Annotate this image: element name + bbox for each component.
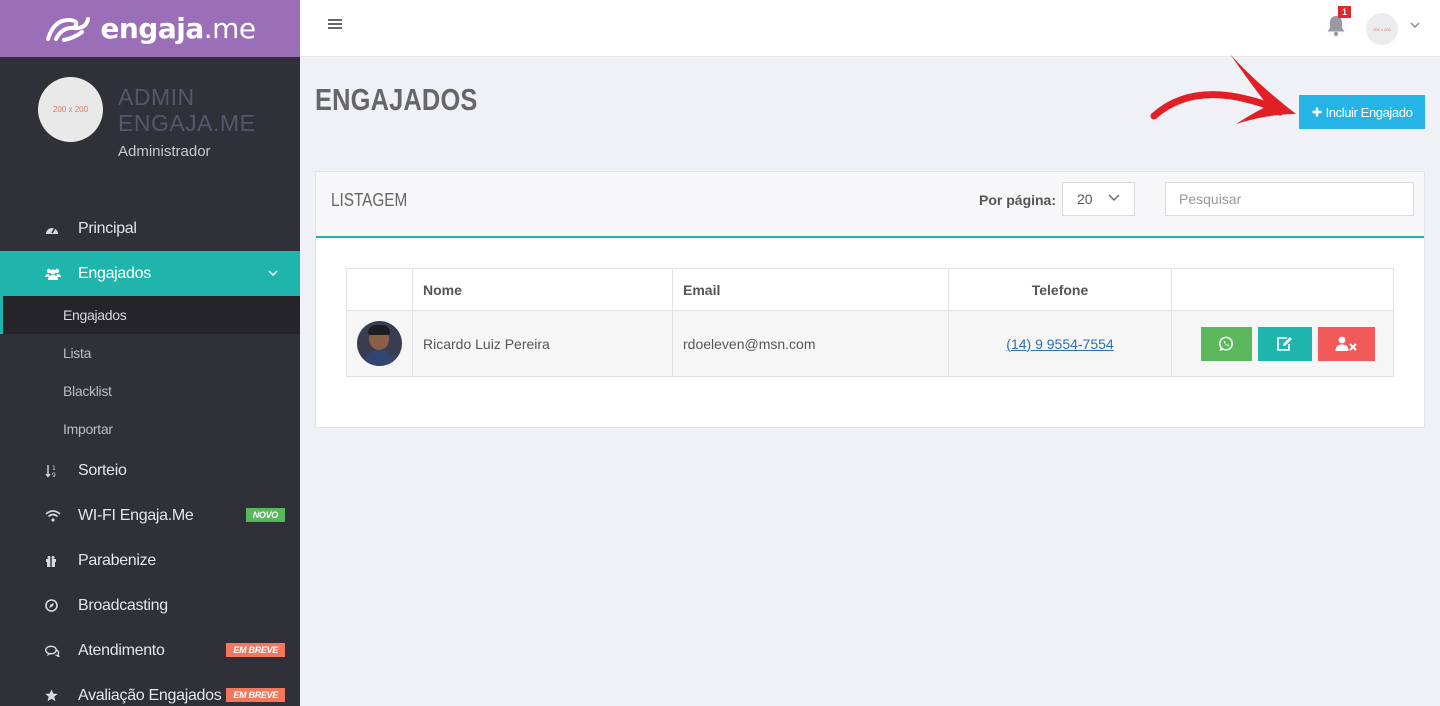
per-page-label: Por página: bbox=[979, 192, 1057, 208]
sidebar-item-label: Parabenize bbox=[78, 551, 156, 569]
sidebar-item-wifi[interactable]: WI-FI Engaja.Me NOVO bbox=[0, 493, 300, 538]
sidebar-item-atendimento[interactable]: Atendimento EM BREVE bbox=[0, 628, 300, 673]
coming-soon-badge: EM BREVE bbox=[226, 688, 285, 702]
engajados-table: Nome Email Telefone Ricardo Luiz Pereira… bbox=[346, 268, 1394, 377]
hamburger-menu-icon[interactable] bbox=[328, 19, 342, 33]
per-page-select[interactable]: 20 bbox=[1062, 182, 1135, 216]
whatsapp-button[interactable] bbox=[1200, 326, 1252, 361]
column-header-avatar bbox=[346, 268, 413, 311]
chevron-down-icon bbox=[1108, 193, 1120, 204]
edit-icon bbox=[1277, 337, 1292, 351]
svg-text:9: 9 bbox=[52, 472, 56, 478]
listing-title: LISTAGEM bbox=[331, 190, 408, 210]
gift-icon bbox=[45, 555, 78, 567]
remove-user-button[interactable] bbox=[1317, 326, 1375, 361]
row-name: Ricardo Luiz Pereira bbox=[412, 310, 673, 377]
profile-block: 200 x 200 ADMIN ENGAJA.ME bbox=[0, 57, 300, 197]
row-email: rdoeleven@msn.com bbox=[672, 310, 949, 377]
submenu-item-importar[interactable]: Importar bbox=[0, 410, 300, 448]
column-header-email[interactable]: Email bbox=[672, 268, 949, 311]
user-avatar[interactable]: 200 x 200 bbox=[1366, 13, 1398, 45]
plus-icon bbox=[1312, 107, 1322, 117]
sort-numeric-icon: 19 bbox=[45, 464, 78, 478]
submenu-item-engajados[interactable]: Engajados bbox=[0, 296, 300, 334]
annotation-arrow-icon bbox=[1150, 54, 1296, 124]
sidebar-menu: Principal Engajados Engajados Lista Blac… bbox=[0, 206, 300, 706]
compass-icon bbox=[45, 599, 78, 612]
svg-text:1: 1 bbox=[52, 465, 56, 472]
chevron-down-icon[interactable] bbox=[1410, 20, 1420, 31]
profile-name: ADMIN ENGAJA.ME bbox=[118, 84, 256, 136]
sidebar-item-sorteio[interactable]: 19 Sorteio bbox=[0, 448, 300, 493]
sidebar-item-principal[interactable]: Principal bbox=[0, 206, 300, 251]
table-row: Ricardo Luiz Pereira rdoeleven@msn.com (… bbox=[346, 310, 1394, 377]
sidebar-item-label: WI-FI Engaja.Me bbox=[78, 506, 194, 524]
topbar: 1 200 x 200 bbox=[300, 0, 1440, 57]
row-actions-cell bbox=[1171, 310, 1394, 377]
listing-panel-header: LISTAGEM Por página: 20 bbox=[316, 172, 1424, 238]
profile-avatar: 200 x 200 bbox=[38, 77, 103, 142]
row-phone-cell: (14) 9 9554-7554 bbox=[948, 310, 1172, 377]
profile-role: Administrador bbox=[118, 143, 211, 160]
per-page-value: 20 bbox=[1077, 191, 1093, 207]
notification-count-badge: 1 bbox=[1338, 6, 1352, 18]
column-header-telefone[interactable]: Telefone bbox=[948, 268, 1172, 311]
submenu-item-lista[interactable]: Lista bbox=[0, 334, 300, 372]
engajados-submenu: Engajados Lista Blacklist Importar bbox=[0, 296, 300, 448]
sidebar-item-label: Broadcasting bbox=[78, 596, 168, 614]
user-remove-icon bbox=[1335, 336, 1357, 351]
brand-logo[interactable]: engaja.me bbox=[0, 0, 300, 57]
sidebar-item-label: Engajados bbox=[78, 264, 151, 282]
brand-name: engaja.me bbox=[100, 12, 256, 45]
engaja-logo-icon bbox=[46, 16, 91, 42]
dashboard-icon bbox=[45, 223, 78, 235]
listing-panel: LISTAGEM Por página: 20 Nome Email Telef… bbox=[315, 171, 1425, 428]
sidebar-item-engajados[interactable]: Engajados bbox=[0, 251, 300, 296]
whatsapp-icon bbox=[1219, 336, 1233, 351]
edit-button[interactable] bbox=[1257, 326, 1312, 361]
add-engajado-button[interactable]: Incluir Engajado bbox=[1299, 95, 1425, 129]
row-phone-link[interactable]: (14) 9 9554-7554 bbox=[1006, 336, 1113, 352]
search-input[interactable] bbox=[1165, 182, 1414, 216]
users-icon bbox=[45, 268, 78, 280]
sidebar-item-label: Sorteio bbox=[78, 461, 127, 479]
sidebar: engaja.me 200 x 200 ADMIN ENGAJA.ME Admi… bbox=[0, 0, 300, 706]
sidebar-item-parabenize[interactable]: Parabenize bbox=[0, 538, 300, 583]
chevron-down-icon bbox=[268, 265, 278, 279]
row-avatar-cell bbox=[346, 310, 413, 377]
add-engajado-button-label: Incluir Engajado bbox=[1325, 104, 1413, 120]
coming-soon-badge: EM BREVE bbox=[226, 643, 285, 657]
sidebar-item-broadcasting[interactable]: Broadcasting bbox=[0, 583, 300, 628]
column-header-nome[interactable]: Nome bbox=[412, 268, 673, 311]
page-title: ENGAJADOS bbox=[315, 82, 478, 117]
column-header-actions bbox=[1171, 268, 1394, 311]
chat-icon bbox=[45, 644, 78, 657]
sidebar-item-avaliacao[interactable]: Avaliação Engajados EM BREVE bbox=[0, 673, 300, 706]
star-icon bbox=[45, 689, 78, 702]
wifi-icon bbox=[45, 509, 78, 522]
submenu-item-blacklist[interactable]: Blacklist bbox=[0, 372, 300, 410]
avatar bbox=[357, 321, 402, 366]
sidebar-item-label: Avaliação Engajados bbox=[78, 686, 222, 704]
sidebar-item-label: Atendimento bbox=[78, 641, 165, 659]
table-header-row: Nome Email Telefone bbox=[346, 268, 1394, 311]
new-badge: NOVO bbox=[245, 508, 285, 522]
sidebar-item-label: Principal bbox=[78, 219, 137, 237]
